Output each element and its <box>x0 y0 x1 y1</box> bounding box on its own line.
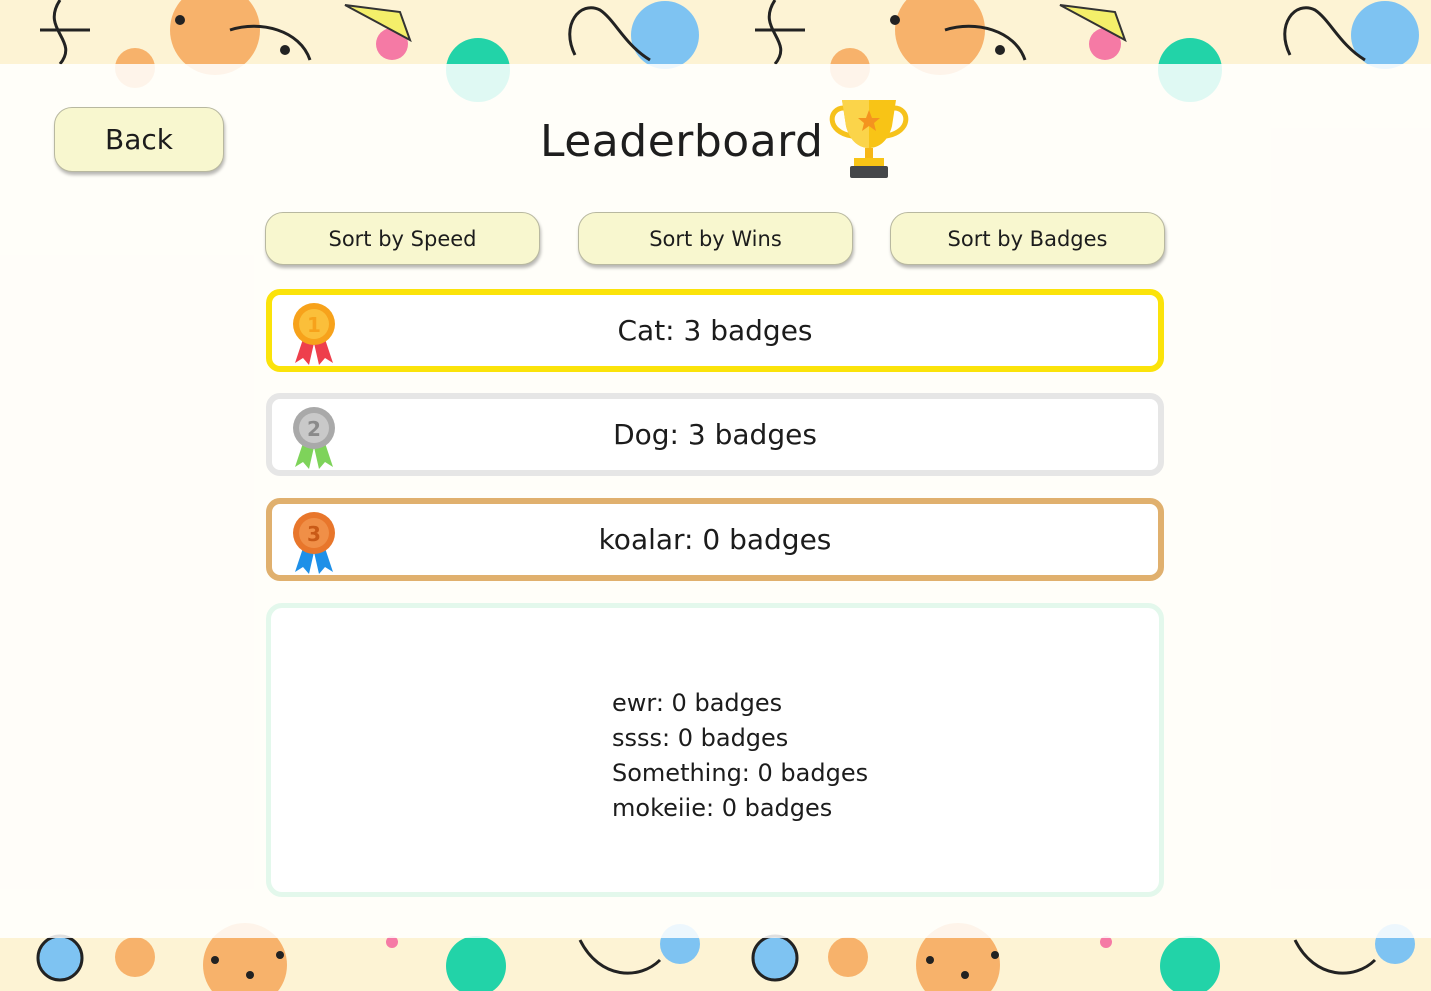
back-button[interactable]: Back <box>54 107 224 172</box>
sort-by-wins-button[interactable]: Sort by Wins <box>578 212 853 265</box>
other-players-panel: ewr: 0 badges ssss: 0 badges Something: … <box>266 603 1164 897</box>
leaderboard-page: Back Leaderboard Sort by Speed Sort by W… <box>0 0 1431 991</box>
list-item: mokeiie: 0 badges <box>612 794 833 822</box>
bronze-medal-icon: 3 <box>293 512 335 574</box>
gold-medal-icon: 1 <box>293 303 335 365</box>
trophy-icon <box>829 100 909 178</box>
silver-medal-icon: 2 <box>293 407 335 469</box>
page-title: Leaderboard <box>540 115 824 167</box>
list-item: ewr: 0 badges <box>612 689 783 717</box>
svg-text:3: 3 <box>307 522 321 546</box>
list-item: Something: 0 badges <box>612 759 869 787</box>
rank-card-second: 2 Dog: 3 badges <box>266 393 1164 476</box>
list-item: ssss: 0 badges <box>612 724 789 752</box>
svg-text:2: 2 <box>307 417 321 441</box>
rank-card-first: 1 Cat: 3 badges <box>266 289 1164 372</box>
sort-by-speed-button[interactable]: Sort by Speed <box>265 212 540 265</box>
rank-text: Cat: 3 badges <box>617 314 813 347</box>
other-players-list: ewr: 0 badges ssss: 0 badges Something: … <box>612 686 868 826</box>
sort-by-badges-button[interactable]: Sort by Badges <box>890 212 1165 265</box>
rank-text: koalar: 0 badges <box>598 523 832 556</box>
rank-text: Dog: 3 badges <box>613 418 817 451</box>
svg-text:1: 1 <box>307 313 321 337</box>
title-area: Leaderboard <box>540 96 823 186</box>
rank-card-third: 3 koalar: 0 badges <box>266 498 1164 581</box>
